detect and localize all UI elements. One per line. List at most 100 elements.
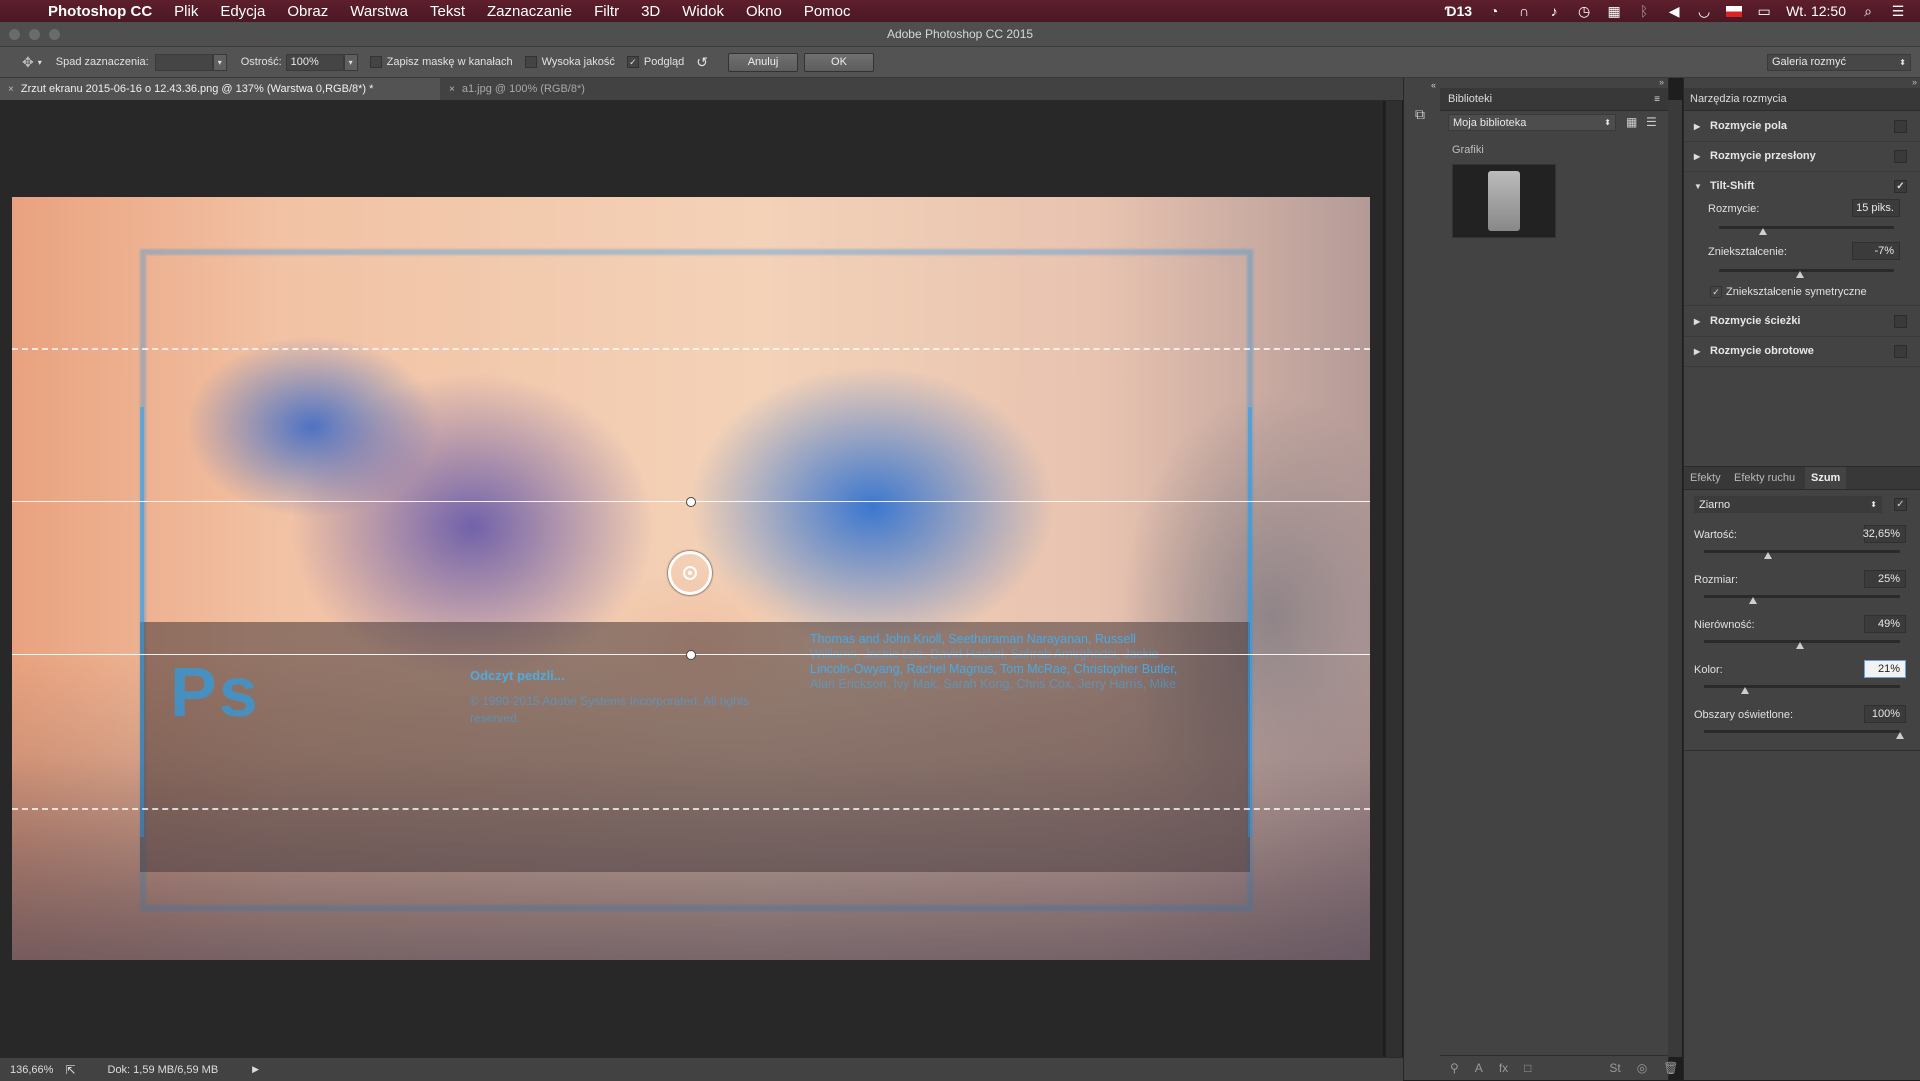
blur-row-spin[interactable]: ▶ Rozmycie obrotowe	[1684, 336, 1920, 367]
noise-type-select[interactable]: Ziarno ⬍	[1694, 496, 1882, 513]
volume-icon[interactable]: ◀	[1666, 3, 1682, 20]
menu-3d[interactable]: 3D	[641, 3, 660, 20]
tiltshift-blur-input[interactable]: 15 piks.	[1852, 199, 1900, 217]
ostrosc-input[interactable]: 100%	[285, 53, 344, 71]
tab-document-1[interactable]: × Zrzut ekranu 2015-06-16 o 12.43.36.png…	[0, 78, 440, 100]
menu-zaznaczanie[interactable]: Zaznaczanie	[487, 3, 572, 20]
history-panel-icon[interactable]: ⧉	[1415, 106, 1425, 123]
panel-expand-icon[interactable]: »	[1659, 77, 1664, 87]
podglad-checkbox[interactable]: ✓	[626, 56, 639, 68]
zapisz-checkbox[interactable]	[369, 56, 382, 68]
sync-icon[interactable]: ◎	[1637, 1061, 1647, 1075]
libraries-scrollbar[interactable]	[1668, 100, 1682, 1057]
noise-amount-slider-track[interactable]	[1704, 550, 1900, 553]
noise-roughness-slider-thumb[interactable]	[1796, 642, 1805, 649]
add-graphic-icon[interactable]: ⚲	[1450, 1061, 1459, 1075]
tilt-shift-fade-line-bottom[interactable]	[12, 808, 1370, 810]
libraries-title[interactable]: Biblioteki	[1448, 93, 1492, 105]
tool-preset-icon[interactable]: ✥	[22, 54, 34, 71]
menu-okno[interactable]: Okno	[746, 3, 782, 20]
noise-size-slider-track[interactable]	[1704, 595, 1900, 598]
noise-color-input[interactable]: 21%	[1864, 660, 1906, 678]
menu-tekst[interactable]: Tekst	[430, 3, 465, 20]
noise-enable-checkbox[interactable]: ✓	[1894, 498, 1907, 511]
tiltshift-distortion-slider-thumb[interactable]	[1795, 271, 1804, 278]
tool-preset-dropdown-icon[interactable]: ▾	[38, 58, 42, 67]
status-menu-icon[interactable]: ▶	[252, 1064, 259, 1075]
export-icon[interactable]: ⇱	[65, 1063, 75, 1077]
expand-triangle-icon[interactable]: ▶	[1694, 347, 1704, 356]
workspace-select[interactable]: Galeria rozmyć ⬍	[1767, 53, 1911, 71]
menu-pomoc[interactable]: Pomoc	[804, 3, 851, 20]
noise-highlights-slider-thumb[interactable]	[1896, 732, 1904, 739]
blur-spin-checkbox[interactable]	[1894, 344, 1907, 358]
blur-pin-icon[interactable]	[668, 551, 712, 595]
zoom-level[interactable]: 136,66%	[10, 1064, 53, 1076]
blur-tools-title[interactable]: Narzędzia rozmycia	[1690, 93, 1787, 105]
blur-iris-checkbox[interactable]	[1894, 149, 1907, 163]
tiltshift-blur-slider-thumb[interactable]	[1758, 228, 1767, 235]
tilt-shift-fade-line-top[interactable]	[12, 348, 1370, 350]
clock-app-icon[interactable]: ◔	[1486, 3, 1502, 19]
stock-icon[interactable]: St	[1609, 1061, 1620, 1075]
list-view-icon[interactable]: ☰	[1646, 115, 1657, 129]
tiltshift-distortion-slider-track[interactable]	[1719, 269, 1894, 272]
status-d-icon[interactable]: Ɗ13	[1445, 3, 1472, 19]
add-layer-style-icon[interactable]: fx	[1499, 1061, 1508, 1075]
vertical-scrollbar[interactable]	[1385, 101, 1402, 1057]
add-text-style-icon[interactable]: A	[1475, 1061, 1483, 1075]
tab-szum[interactable]: Szum	[1805, 467, 1847, 489]
tiltshift-blur-slider-track[interactable]	[1719, 226, 1894, 229]
focus-line-handle-top[interactable]	[686, 497, 696, 507]
collapse-triangle-icon[interactable]: ▼	[1694, 182, 1704, 191]
ok-button[interactable]: OK	[803, 52, 874, 72]
blur-row-field[interactable]: ▶ Rozmycie pola	[1684, 111, 1920, 142]
cancel-button[interactable]: Anuluj	[727, 52, 798, 72]
menu-edycja[interactable]: Edycja	[220, 3, 265, 20]
blur-row-tiltshift[interactable]: ▼ Tilt-Shift ✓	[1684, 171, 1920, 201]
noise-highlights-slider-track[interactable]	[1704, 730, 1900, 733]
menu-widok[interactable]: Widok	[682, 3, 724, 20]
noise-size-input[interactable]: 25%	[1864, 570, 1906, 588]
library-select[interactable]: Moja biblioteka ⬍	[1448, 114, 1616, 131]
noise-amount-input[interactable]: 32,65%	[1863, 525, 1906, 543]
collapse-arrows-icon[interactable]: «	[1431, 80, 1436, 90]
noise-roughness-input[interactable]: 49%	[1864, 615, 1906, 633]
noise-color-slider-thumb[interactable]	[1741, 687, 1750, 694]
doc-size[interactable]: Dok: 1,59 MB/6,59 MB	[108, 1064, 219, 1076]
expand-triangle-icon[interactable]: ▶	[1694, 317, 1704, 326]
time-machine-icon[interactable]: ◷	[1576, 3, 1592, 20]
menu-plik[interactable]: Plik	[174, 3, 198, 20]
noise-amount-slider-thumb[interactable]	[1763, 552, 1772, 559]
blur-field-checkbox[interactable]	[1894, 119, 1907, 133]
tab-efekty[interactable]: Efekty	[1684, 467, 1727, 489]
menu-filtr[interactable]: Filtr	[594, 3, 619, 20]
grid-view-icon[interactable]: ▦	[1626, 115, 1637, 129]
spad-input[interactable]	[154, 53, 213, 71]
tab-document-2[interactable]: × a1.jpg @ 100% (RGB/8*)	[441, 78, 611, 100]
clock[interactable]: Wt. 12:50	[1786, 3, 1846, 19]
menu-obraz[interactable]: Obraz	[287, 3, 328, 20]
battery-icon[interactable]: ▭	[1756, 3, 1772, 20]
noise-size-slider-thumb[interactable]	[1749, 597, 1757, 604]
noise-highlights-input[interactable]: 100%	[1864, 705, 1906, 723]
tab-efekty-ruchu[interactable]: Efekty ruchu	[1728, 467, 1801, 489]
menu-warstwa[interactable]: Warstwa	[350, 3, 408, 20]
close-tab-icon[interactable]: ×	[8, 84, 14, 95]
expand-triangle-icon[interactable]: ▶	[1694, 152, 1704, 161]
blur-row-iris[interactable]: ▶ Rozmycie przesłony	[1684, 141, 1920, 172]
trash-icon[interactable]: 🗑	[1663, 1061, 1678, 1075]
search-icon[interactable]: ⌕	[1860, 3, 1876, 20]
spad-dropdown[interactable]: ▾	[212, 53, 227, 71]
wifi-icon[interactable]: ◡	[1696, 3, 1712, 20]
expand-triangle-icon[interactable]: ▶	[1694, 122, 1704, 131]
panel-expand-icon[interactable]: »	[1912, 77, 1917, 87]
notification-center-icon[interactable]: ☰	[1890, 3, 1906, 20]
wysoka-checkbox[interactable]	[524, 56, 537, 68]
bluetooth-icon[interactable]: ᛒ	[1636, 3, 1652, 19]
close-tab-icon[interactable]: ×	[449, 84, 455, 95]
graphic-thumbnail[interactable]	[1452, 164, 1556, 238]
tiltshift-distortion-input[interactable]: -7%	[1852, 242, 1900, 260]
ostrosc-dropdown[interactable]: ▾	[343, 53, 358, 71]
blur-path-checkbox[interactable]	[1894, 314, 1907, 328]
